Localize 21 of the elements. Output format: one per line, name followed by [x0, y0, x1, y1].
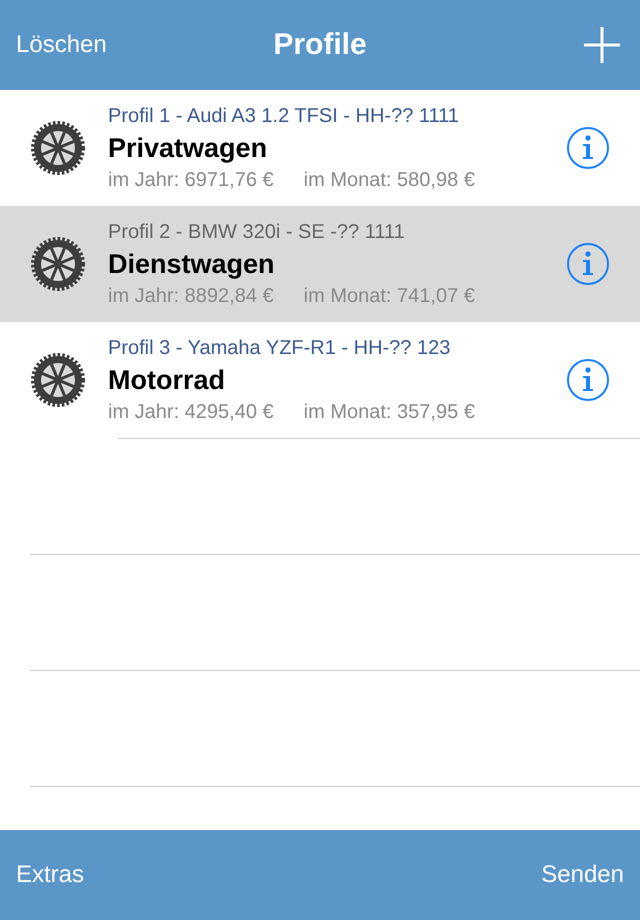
profile-name: Privatwagen	[108, 132, 268, 164]
screen-title: Profile	[273, 28, 367, 62]
monthly-cost: im Monat: 580,98 €	[304, 168, 475, 192]
add-button[interactable]	[582, 25, 622, 65]
yearly-cost: im Jahr: 8892,84 €	[108, 284, 274, 308]
yearly-cost: im Jahr: 6971,76 €	[108, 168, 274, 192]
profile-name: Dienstwagen	[108, 248, 276, 280]
profile-subtitle: Profil 1 - Audi A3 1.2 TFSI - HH-?? 1111	[108, 104, 460, 128]
tire-icon	[30, 236, 86, 292]
info-button[interactable]	[566, 242, 610, 286]
monthly-cost: im Monat: 741,07 €	[304, 284, 475, 308]
yearly-cost: im Jahr: 4295,40 €	[108, 400, 274, 424]
info-button[interactable]	[566, 126, 610, 170]
profile-subtitle: Profil 3 - Yamaha YZF-R1 - HH-?? 123	[108, 336, 452, 360]
profile-name: Motorrad	[108, 364, 226, 396]
profile-subtitle: Profil 2 - BMW 320i - SE -?? 1111	[108, 220, 406, 244]
tire-icon	[30, 120, 86, 176]
profile-row[interactable]: Profil 2 - BMW 320i - SE -?? 1111 Dienstwagen im Jahr: 8892,84 € im Monat: 741,07 €	[0, 206, 640, 322]
tire-icon	[30, 352, 86, 408]
info-button[interactable]	[566, 358, 610, 402]
monthly-cost: im Monat: 357,95 €	[304, 400, 475, 424]
